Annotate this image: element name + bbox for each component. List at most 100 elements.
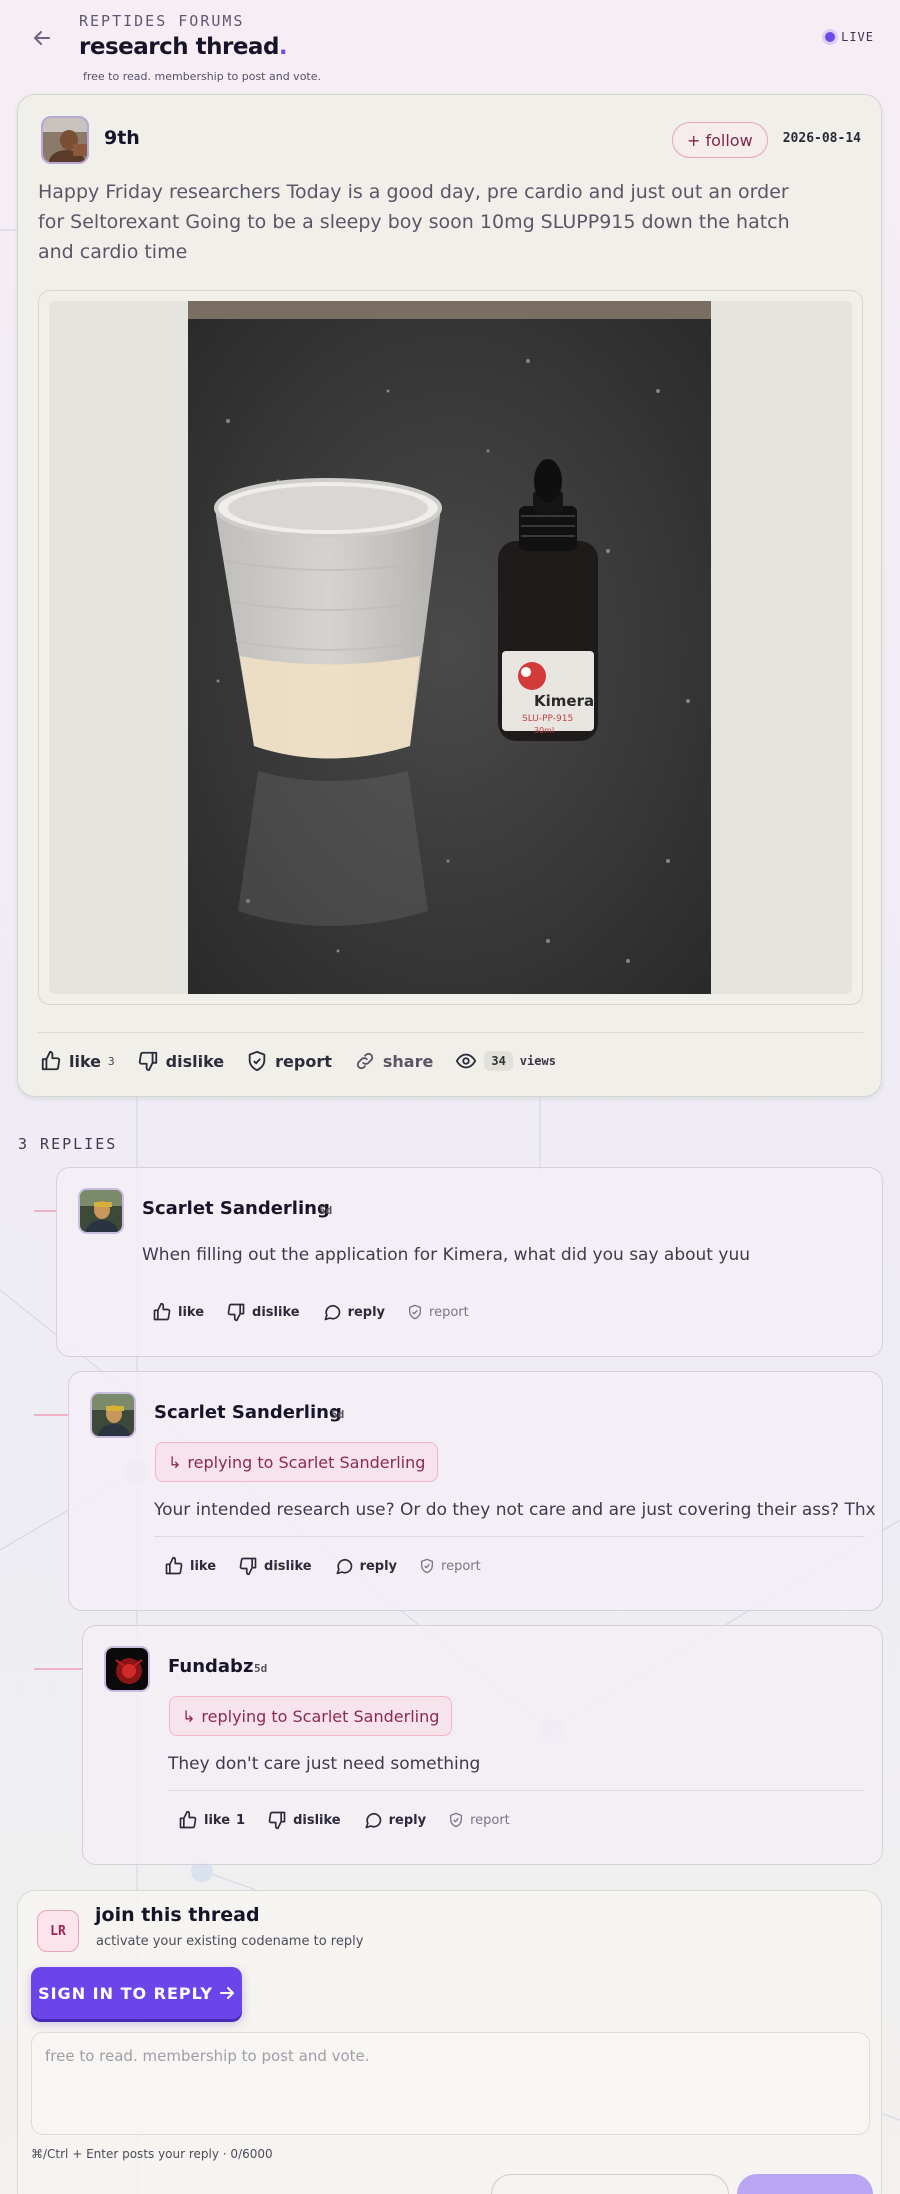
- dislike-button[interactable]: dislike: [137, 1050, 224, 1072]
- report-button[interactable]: report: [419, 1558, 481, 1574]
- reply-button[interactable]: reply: [322, 1302, 385, 1322]
- replying-to-tag[interactable]: ↳ replying to Scarlet Sanderling: [155, 1442, 439, 1482]
- dislike-label: dislike: [264, 1558, 312, 1574]
- speech-bubble-icon: [365, 1812, 381, 1829]
- bottle-sublabel: SLU-PP-915: [522, 714, 573, 724]
- reply-connector: [34, 1210, 56, 1212]
- eye-icon: [456, 1053, 477, 1069]
- page-title-dot: .: [278, 34, 288, 60]
- dislike-label: dislike: [252, 1304, 300, 1320]
- reply-actions: like dislike reply report: [164, 1556, 481, 1576]
- follow-button[interactable]: + follow: [672, 122, 768, 158]
- like-button[interactable]: like 3: [40, 1050, 115, 1072]
- reply-button[interactable]: reply: [363, 1810, 426, 1830]
- reply-card: Scarlet Sanderling 5d When filling out t…: [56, 1167, 883, 1357]
- sign-in-to-reply-button[interactable]: SIGN IN TO REPLY: [31, 1967, 242, 2019]
- post-body: Happy Friday researchers Today is a good…: [38, 181, 790, 263]
- reply-time: 5d: [254, 1662, 268, 1675]
- avatar[interactable]: [41, 116, 89, 164]
- reply-arrow-icon: ↳: [168, 1452, 182, 1472]
- shield-check-icon: [450, 1812, 463, 1828]
- reply-connector: [34, 1414, 68, 1416]
- avatar[interactable]: [90, 1392, 136, 1438]
- reply-time: 5d: [319, 1204, 333, 1217]
- replies-heading: 3 REPLIES: [18, 1135, 118, 1153]
- reply-label: reply: [359, 1558, 398, 1574]
- live-indicator: LIVE: [825, 30, 874, 44]
- dislike-button[interactable]: dislike: [226, 1302, 300, 1322]
- avatar-image: [43, 118, 87, 162]
- link-icon: [356, 1052, 374, 1070]
- thumbs-down-icon: [239, 1557, 257, 1576]
- post-image-container: Kimera SLU-PP-915 30ml: [49, 301, 852, 994]
- like-label: like: [204, 1812, 231, 1828]
- like-button[interactable]: like: [152, 1302, 204, 1322]
- divider: [154, 1536, 864, 1537]
- report-button[interactable]: report: [246, 1050, 332, 1072]
- page-title-text: research thread: [79, 34, 279, 60]
- reply-text: Your intended research use? Or do they n…: [154, 1500, 876, 1520]
- reply-label: reply: [388, 1812, 427, 1828]
- post-author[interactable]: 9th: [104, 127, 140, 149]
- like-button[interactable]: like 1: [178, 1810, 245, 1830]
- reply-text: When filling out the application for Kim…: [142, 1245, 750, 1265]
- reply-author[interactable]: Scarlet Sanderling: [154, 1402, 342, 1423]
- avatar-image: [106, 1648, 148, 1690]
- views-label: views: [519, 1054, 556, 1068]
- dislike-button[interactable]: dislike: [267, 1810, 341, 1830]
- report-label: report: [429, 1304, 469, 1320]
- like-label: like: [190, 1558, 217, 1574]
- views-count: 34: [484, 1051, 513, 1071]
- reply-card: Scarlet Sanderling 5d ↳ replying to Scar…: [68, 1371, 883, 1611]
- reply-hint: ⌘/Ctrl + Enter posts your reply · 0/6000: [31, 2147, 273, 2161]
- dislike-label: dislike: [293, 1812, 341, 1828]
- avatar[interactable]: [78, 1188, 124, 1234]
- reply-actions: like 1 dislike reply report: [178, 1810, 510, 1830]
- share-label: share: [382, 1051, 434, 1071]
- like-label: like: [178, 1304, 205, 1320]
- replying-to-tag[interactable]: ↳ replying to Scarlet Sanderling: [169, 1696, 453, 1736]
- reply-author[interactable]: Fundabz: [168, 1656, 253, 1677]
- share-button[interactable]: share: [354, 1050, 433, 1072]
- post-image-frame[interactable]: Kimera SLU-PP-915 30ml: [38, 290, 863, 1005]
- thumbs-down-icon: [268, 1811, 286, 1830]
- avatar-image: [92, 1394, 134, 1436]
- sign-in-label: SIGN IN TO REPLY: [38, 1983, 213, 2003]
- reply-author[interactable]: Scarlet Sanderling: [142, 1198, 330, 1219]
- live-label: LIVE: [841, 30, 874, 44]
- join-subtitle: activate your existing codename to reply: [96, 1934, 364, 1949]
- report-button[interactable]: report: [407, 1304, 469, 1320]
- like-label: like: [69, 1051, 102, 1071]
- like-count: 3: [108, 1054, 115, 1068]
- report-label: report: [275, 1051, 332, 1071]
- reply-label: reply: [347, 1304, 386, 1320]
- thumbs-up-icon: [41, 1050, 61, 1071]
- user-initials-badge: LR: [37, 1910, 79, 1952]
- reply-card: Fundabz 5d ↳ replying to Scarlet Sanderl…: [82, 1625, 883, 1865]
- thumbs-down-icon: [227, 1303, 245, 1322]
- reply-textarea[interactable]: [31, 2032, 870, 2135]
- forum-name: REPTIDES FORUMS: [79, 12, 245, 30]
- bottle-label: Kimera: [534, 692, 594, 710]
- report-label: report: [470, 1812, 510, 1828]
- dislike-button[interactable]: dislike: [238, 1556, 312, 1576]
- like-button[interactable]: like: [164, 1556, 216, 1576]
- views-indicator: 34 views: [455, 1050, 556, 1072]
- divider: [168, 1790, 864, 1791]
- page-header: REPTIDES FORUMS research thread. free to…: [0, 0, 900, 90]
- reply-button[interactable]: reply: [334, 1556, 397, 1576]
- page-subtitle: free to read. membership to post and vot…: [83, 70, 321, 83]
- back-button[interactable]: [26, 22, 58, 54]
- page-title: research thread.: [79, 34, 288, 60]
- report-button[interactable]: report: [448, 1812, 510, 1828]
- post-reply-button[interactable]: [737, 2174, 873, 2194]
- thumbs-up-icon: [179, 1810, 197, 1829]
- thumbs-up-icon: [165, 1556, 183, 1575]
- reply-arrow-icon: ↳: [182, 1706, 196, 1726]
- join-title: join this thread: [95, 1904, 260, 1926]
- avatar[interactable]: [104, 1646, 150, 1692]
- report-label: report: [441, 1558, 481, 1574]
- live-dot-icon: [825, 32, 836, 42]
- secondary-action-button[interactable]: [491, 2174, 729, 2194]
- shield-check-icon: [421, 1558, 434, 1574]
